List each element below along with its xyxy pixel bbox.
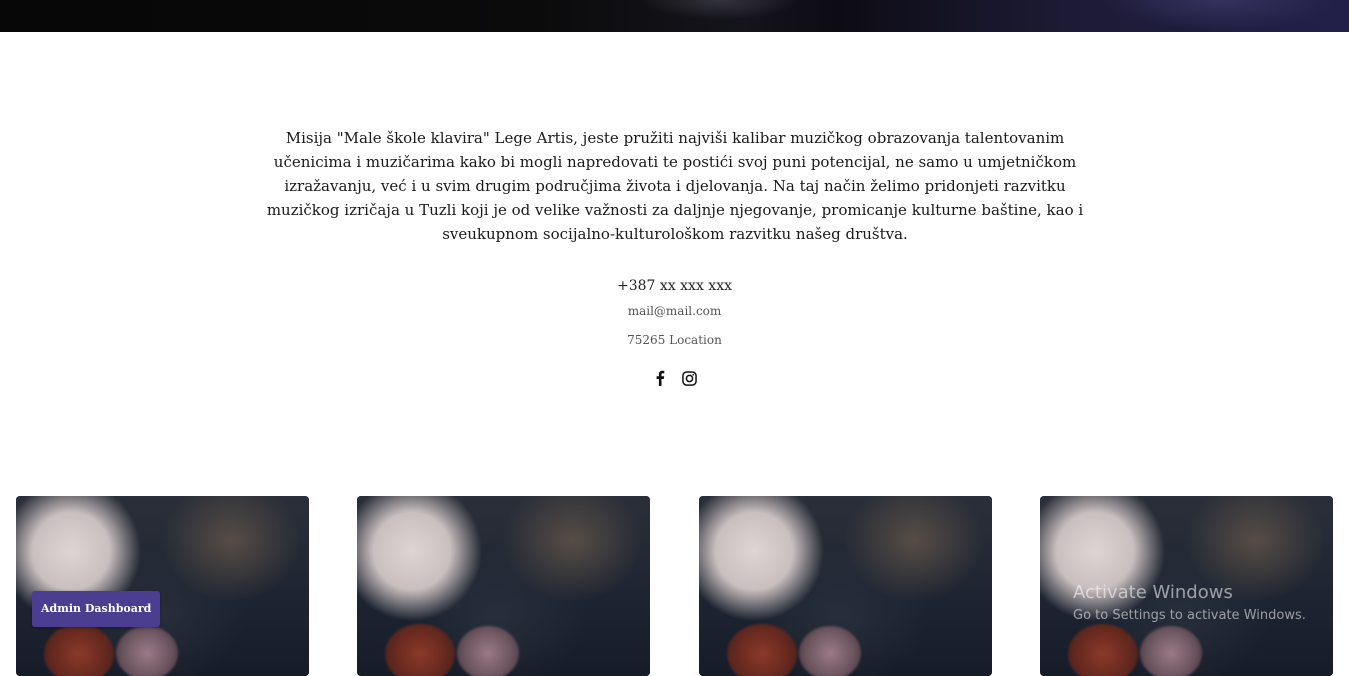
card-image-flower (799, 626, 861, 676)
gallery-card[interactable] (699, 496, 992, 676)
mission-statement: Misija "Male škole klavira" Lege Artis, … (266, 129, 1084, 243)
admin-dashboard-button[interactable]: Admin Dashboard (32, 591, 161, 627)
gallery-card[interactable] (16, 496, 309, 676)
facebook-icon[interactable] (651, 369, 669, 387)
social-links (0, 369, 1349, 387)
hero-image-strip (0, 0, 1349, 32)
hero-highlight-right (1100, 0, 1340, 30)
windows-activation-watermark: Activate Windows Go to Settings to activ… (1073, 582, 1306, 626)
instagram-icon[interactable] (681, 369, 699, 387)
card-image-flower (727, 624, 797, 676)
card-image-flower (44, 624, 114, 676)
watermark-subtitle: Go to Settings to activate Windows. (1073, 608, 1306, 623)
card-image-flower (1068, 624, 1138, 676)
contact-phone[interactable]: +387 xx xxx xxx (0, 278, 1349, 294)
card-image-flower (385, 624, 455, 676)
hero-highlight (640, 0, 800, 20)
contact-location: 75265 Location (627, 333, 722, 347)
card-image-flower (116, 626, 178, 676)
watermark-title: Activate Windows (1073, 582, 1233, 603)
contact-email[interactable]: mail@mail.com (0, 304, 1349, 318)
card-image-flower (1140, 626, 1202, 676)
card-image-flower (457, 626, 519, 676)
gallery-card[interactable] (357, 496, 650, 676)
